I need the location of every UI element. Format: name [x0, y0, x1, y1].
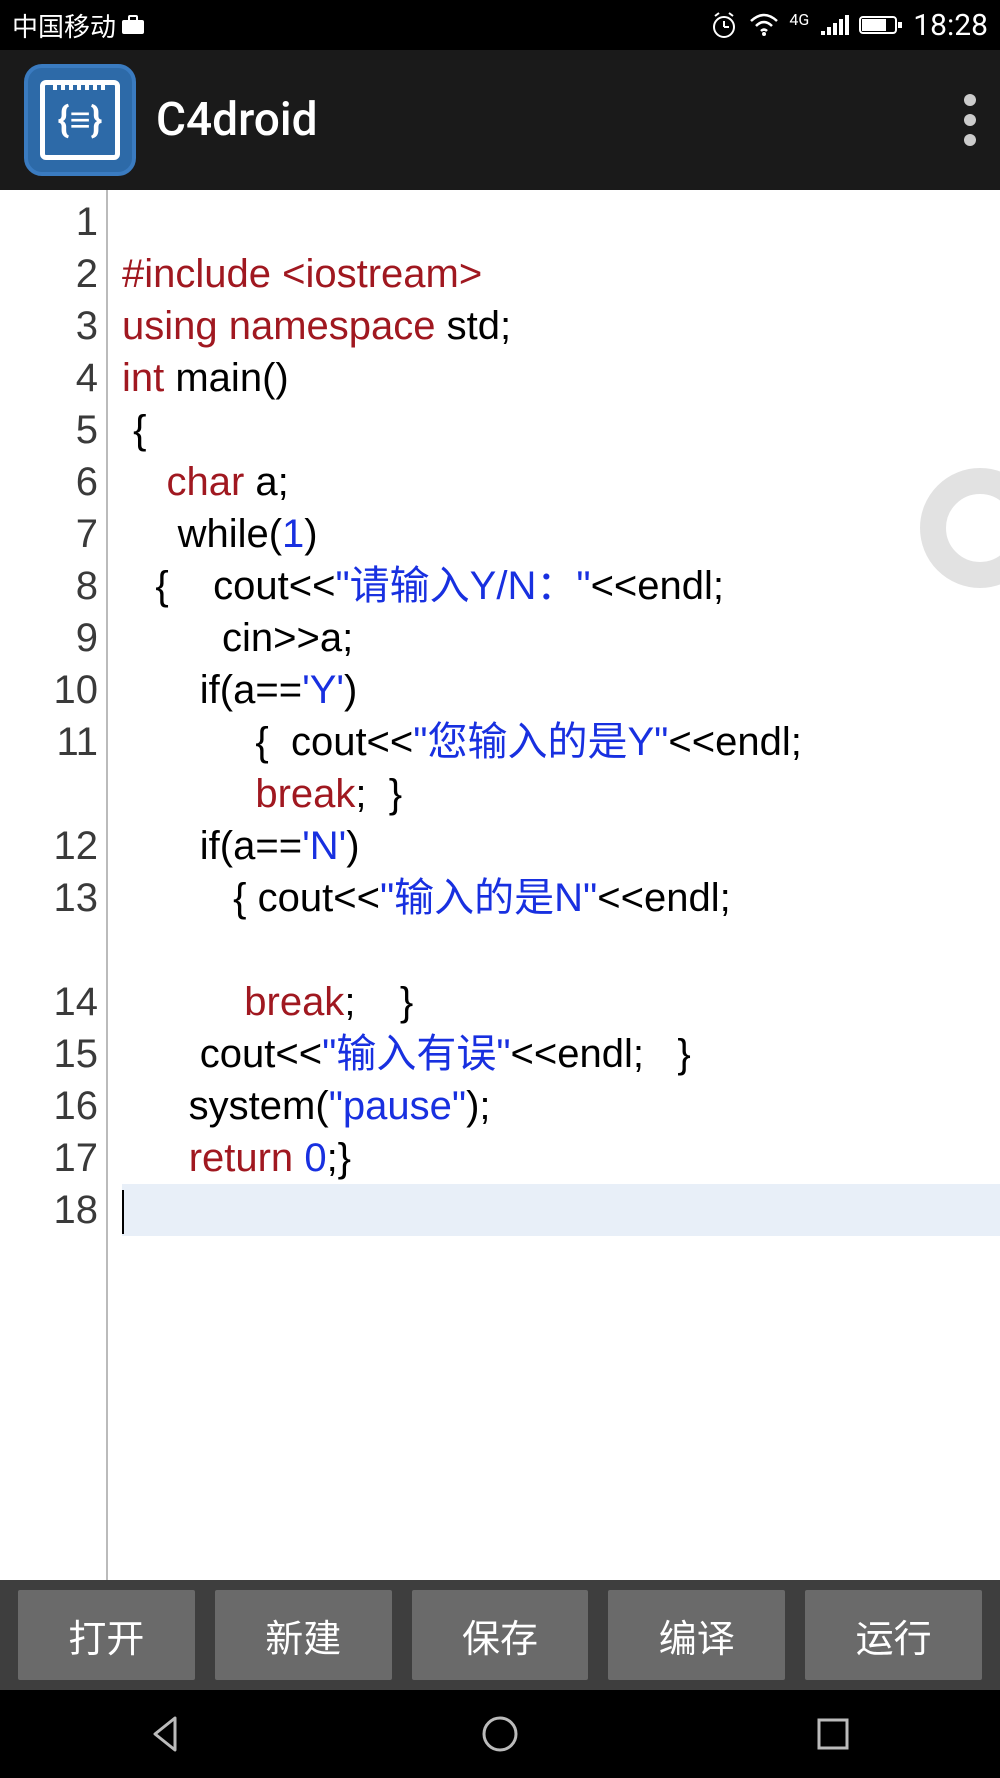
line-number: 13 — [0, 872, 106, 924]
code-line[interactable] — [122, 1184, 1000, 1236]
line-number: 12 — [0, 820, 106, 872]
nav-home-button[interactable] — [470, 1704, 530, 1764]
line-number: 4 — [0, 352, 106, 404]
code-line[interactable]: { — [122, 404, 1000, 456]
line-number: 15 — [0, 1028, 106, 1080]
code-line[interactable]: system("pause"); — [122, 1080, 1000, 1132]
line-number: 14 — [0, 976, 106, 1028]
line-number: 17 — [0, 1132, 106, 1184]
code-line[interactable]: if(a=='Y') — [122, 664, 1000, 716]
code-editor[interactable]: 123456789101112131415161718 #include <io… — [0, 190, 1000, 1580]
line-number — [0, 768, 106, 820]
bottom-toolbar: 打开新建保存编译运行 — [0, 1580, 1000, 1690]
code-line[interactable]: return 0;} — [122, 1132, 1000, 1184]
new-button[interactable]: 新建 — [215, 1590, 392, 1680]
code-line[interactable] — [122, 924, 1000, 976]
save-button[interactable]: 保存 — [412, 1590, 589, 1680]
code-line[interactable]: int main() — [122, 352, 1000, 404]
clock-time: 18:28 — [913, 8, 988, 43]
code-line[interactable]: cin>>a; — [122, 612, 1000, 664]
app-bar: C4droid — [0, 50, 1000, 190]
overflow-menu-button[interactable] — [964, 94, 976, 146]
line-number: 2 — [0, 248, 106, 300]
line-number: 11 — [0, 716, 106, 768]
nav-back-button[interactable] — [137, 1704, 197, 1764]
line-number: 16 — [0, 1080, 106, 1132]
line-number: 10 — [0, 664, 106, 716]
line-number: 8 — [0, 560, 106, 612]
code-line[interactable]: { cout<<"输入的是N"<<endl; — [122, 872, 1000, 924]
code-line[interactable] — [122, 196, 1000, 248]
code-line[interactable]: if(a=='N') — [122, 820, 1000, 872]
system-nav-bar — [0, 1690, 1000, 1778]
compile-button[interactable]: 编译 — [608, 1590, 785, 1680]
app-icon — [24, 64, 136, 176]
wifi-icon — [749, 13, 779, 37]
signal-icon — [819, 13, 849, 37]
code-line[interactable]: { cout<<"请输入Y/N："<<endl; — [122, 560, 1000, 612]
line-number: 9 — [0, 612, 106, 664]
line-number: 7 — [0, 508, 106, 560]
alarm-icon — [709, 10, 739, 40]
code-line[interactable]: while(1) — [122, 508, 1000, 560]
network-4g-icon: 4G — [789, 10, 809, 29]
status-bar: 中国移动 4G 18:28 — [0, 0, 1000, 50]
code-line[interactable]: { cout<<"您输入的是Y"<<endl; — [122, 716, 1000, 768]
code-line[interactable]: break; } — [122, 976, 1000, 1028]
code-line[interactable]: char a; — [122, 456, 1000, 508]
run-button[interactable]: 运行 — [805, 1590, 982, 1680]
line-number-gutter: 123456789101112131415161718 — [0, 190, 108, 1580]
battery-icon — [859, 14, 903, 36]
line-number: 5 — [0, 404, 106, 456]
line-number: 3 — [0, 300, 106, 352]
line-number — [0, 924, 106, 976]
code-line[interactable]: cout<<"输入有误"<<endl; } — [122, 1028, 1000, 1080]
briefcase-icon — [120, 14, 146, 36]
app-title: C4droid — [156, 93, 318, 147]
code-line[interactable]: #include <iostream> — [122, 248, 1000, 300]
line-number: 1 — [0, 196, 106, 248]
line-number: 6 — [0, 456, 106, 508]
carrier-label: 中国移动 — [12, 7, 116, 44]
code-line[interactable]: using namespace std; — [122, 300, 1000, 352]
code-content[interactable]: #include <iostream>using namespace std;i… — [108, 190, 1000, 1580]
open-button[interactable]: 打开 — [18, 1590, 195, 1680]
code-line[interactable]: break; } — [122, 768, 1000, 820]
nav-recent-button[interactable] — [803, 1704, 863, 1764]
line-number: 18 — [0, 1184, 106, 1236]
